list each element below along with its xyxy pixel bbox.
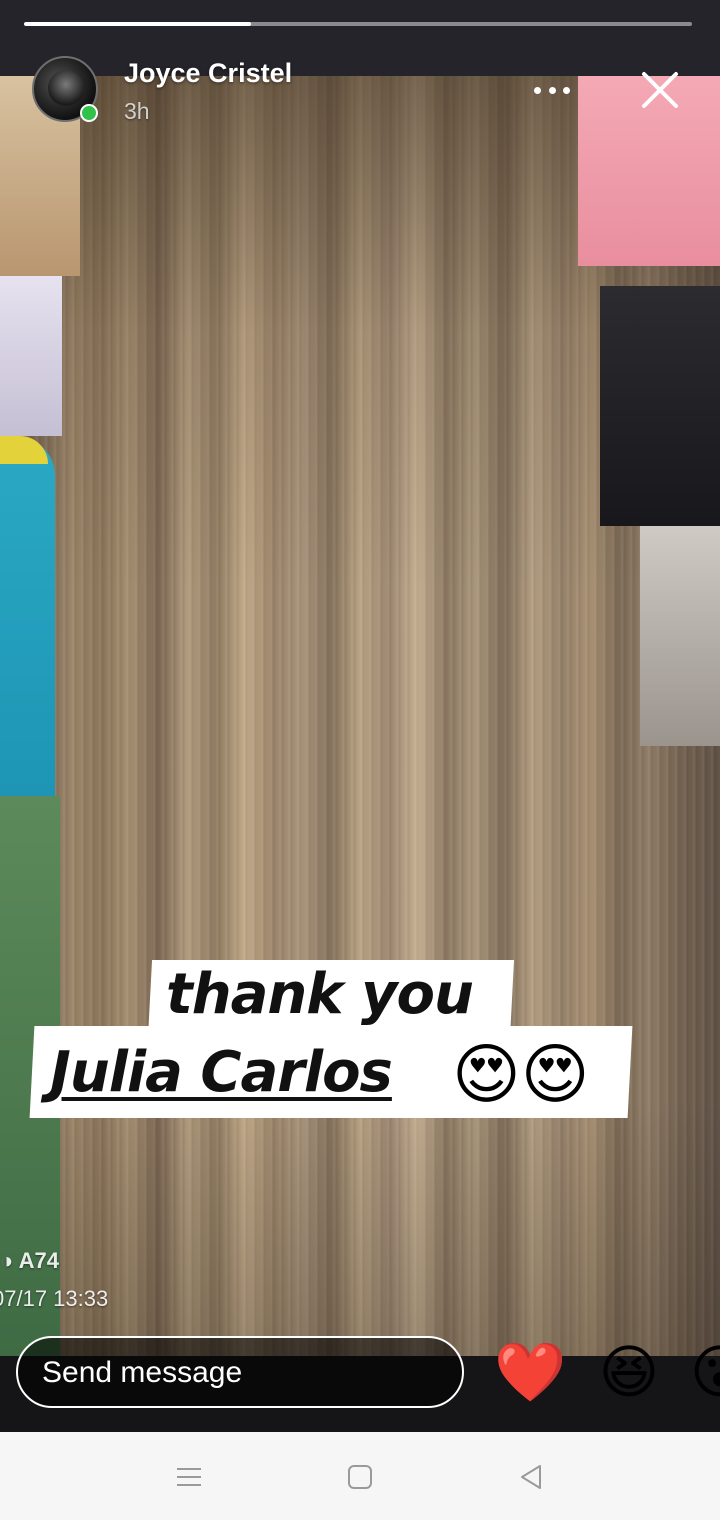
caption-line1: thank you — [166, 962, 474, 1027]
send-message-placeholder: Send message — [42, 1356, 243, 1389]
background-dark-object — [600, 286, 720, 526]
story-username[interactable]: Joyce Cristel — [124, 58, 292, 89]
nav-menu-icon[interactable] — [174, 1462, 204, 1492]
caption-emojis: 😍😍 — [452, 1037, 590, 1111]
send-message-input[interactable]: Send message — [16, 1336, 464, 1408]
reaction-smile-button[interactable]: 😮 — [690, 1338, 720, 1408]
background-screen — [0, 276, 62, 436]
reaction-laughing-button[interactable]: 😆 — [594, 1338, 664, 1408]
background-yellow-collar — [0, 436, 48, 464]
story-progress-fill — [24, 22, 252, 26]
story-photo[interactable]: ◑ A74 07/17 13:33 — [0, 76, 720, 1356]
caption-line2-mention[interactable]: Julia Carlos — [50, 1040, 393, 1105]
nav-back-icon[interactable] — [516, 1462, 546, 1492]
online-status-dot — [80, 104, 98, 122]
story-top-band — [0, 0, 720, 76]
camera-watermark-model: ◑ A74 — [0, 1248, 59, 1273]
story-time-ago: 3h — [124, 98, 150, 124]
close-icon[interactable] — [638, 68, 682, 112]
story-progress-bar — [24, 22, 692, 26]
more-dots-icon[interactable] — [534, 80, 570, 100]
nav-home-icon[interactable] — [345, 1462, 375, 1492]
camera-watermark-datetime: 07/17 13:33 — [0, 1286, 109, 1311]
reaction-heart-button[interactable]: ❤️ — [494, 1338, 566, 1408]
background-floor — [640, 526, 720, 746]
